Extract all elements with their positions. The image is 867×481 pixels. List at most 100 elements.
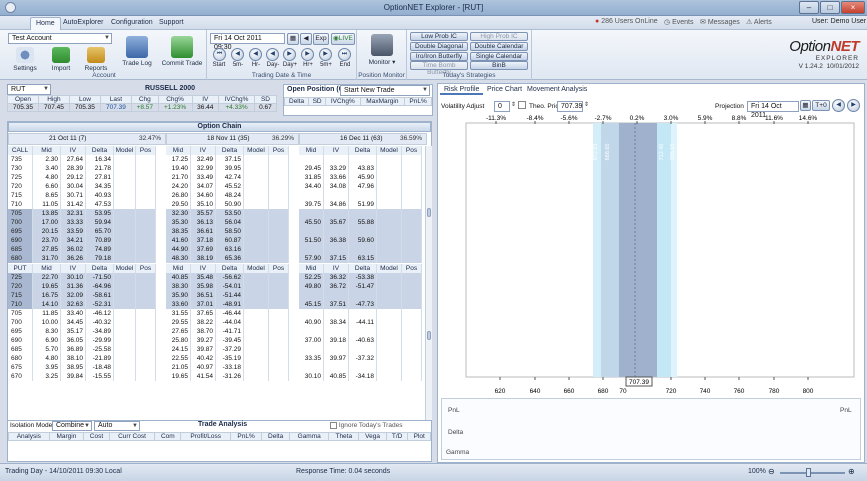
- chain-pos-cell[interactable]: [114, 345, 136, 354]
- nav-hr-fwd-button[interactable]: ▶: [301, 48, 314, 61]
- table-row[interactable]: 735 2.30 27.64 16.34 17.25 32.49 37.15: [8, 155, 431, 164]
- chain-value-cell[interactable]: 22.70: [33, 273, 61, 282]
- chain-value-cell[interactable]: [299, 191, 324, 200]
- chain-pos-cell[interactable]: [402, 182, 422, 191]
- chain-value-cell[interactable]: 38.19: [191, 254, 216, 263]
- chain-pos-cell[interactable]: [244, 363, 269, 372]
- table-row[interactable]: 695 8.30 35.17 -34.89 27.65 38.70 -41.71: [8, 327, 431, 336]
- chain-pos-cell[interactable]: [402, 273, 422, 282]
- chain-value-cell[interactable]: 38.34: [324, 318, 349, 327]
- chain-value-cell[interactable]: [349, 363, 377, 372]
- tab-home[interactable]: Home: [30, 17, 61, 30]
- chain-value-cell[interactable]: 38.35: [166, 227, 191, 236]
- chain-pos-cell[interactable]: [402, 291, 422, 300]
- chain-value-cell[interactable]: 32.63: [61, 300, 86, 309]
- strategy-single-calendar[interactable]: Single Calendar: [470, 52, 528, 61]
- chain-pos-cell[interactable]: [402, 336, 422, 345]
- projection-back-button[interactable]: ◀: [832, 99, 845, 112]
- chain-value-cell[interactable]: 31.55: [166, 309, 191, 318]
- chain-value-cell[interactable]: 33.35: [299, 354, 324, 363]
- chain-value-cell[interactable]: 16.75: [33, 291, 61, 300]
- chain-pos-cell[interactable]: [269, 236, 289, 245]
- table-row[interactable]: 685 27.85 36.02 74.89 44.90 37.69 63.16: [8, 245, 431, 254]
- chain-value-cell[interactable]: 52.25: [299, 273, 324, 282]
- chain-value-cell[interactable]: 28.39: [61, 164, 86, 173]
- chain-value-cell[interactable]: -48.91: [216, 300, 244, 309]
- chain-pos-cell[interactable]: [377, 336, 402, 345]
- chain-value-cell[interactable]: 30.10: [299, 372, 324, 381]
- chain-value-cell[interactable]: 38.30: [166, 282, 191, 291]
- chain-pos-cell[interactable]: [402, 164, 422, 173]
- nav-5m-back-button[interactable]: ◀: [231, 48, 244, 61]
- chain-value-cell[interactable]: -40.63: [349, 336, 377, 345]
- chain-value-cell[interactable]: 25.80: [166, 336, 191, 345]
- import-button[interactable]: Import: [48, 47, 74, 72]
- chain-value-cell[interactable]: 58.50: [216, 227, 244, 236]
- chain-value-cell[interactable]: 19.65: [33, 282, 61, 291]
- chain-pos-cell[interactable]: [136, 291, 156, 300]
- chain-value-cell[interactable]: -47.73: [349, 300, 377, 309]
- chain-pos-cell[interactable]: [136, 236, 156, 245]
- chain-value-cell[interactable]: 37.00: [299, 336, 324, 345]
- chain-value-cell[interactable]: 79.18: [86, 254, 114, 263]
- chain-value-cell[interactable]: 3.25: [33, 372, 61, 381]
- chain-value-cell[interactable]: 35.98: [191, 282, 216, 291]
- chain-value-cell[interactable]: 21.78: [86, 164, 114, 173]
- table-row[interactable]: 690 6.90 36.05 -29.99 25.80 39.27 -39.45 37.00 3…: [8, 336, 431, 345]
- chain-value-cell[interactable]: [299, 327, 324, 336]
- chain-pos-cell[interactable]: [402, 173, 422, 182]
- chain-pos-cell[interactable]: [377, 300, 402, 309]
- chain-value-cell[interactable]: -44.04: [216, 318, 244, 327]
- chain-value-cell[interactable]: 34.08: [324, 182, 349, 191]
- chain-value-cell[interactable]: [324, 191, 349, 200]
- chain-value-cell[interactable]: 53.95: [86, 209, 114, 218]
- chain-scrollbar[interactable]: [425, 146, 432, 420]
- table-row[interactable]: 730 3.40 28.39 21.78 19.40 32.99 39.95 29.45 33.…: [8, 164, 431, 173]
- chain-value-cell[interactable]: 65.36: [216, 254, 244, 263]
- table-row[interactable]: 680 4.80 38.10 -21.89 22.55 40.42 -35.19 33.35 3…: [8, 354, 431, 363]
- tab-support[interactable]: Support: [154, 17, 189, 30]
- chain-pos-cell[interactable]: [402, 300, 422, 309]
- chain-pos-cell[interactable]: [114, 236, 136, 245]
- chain-value-cell[interactable]: 19.65: [166, 372, 191, 381]
- chain-pos-cell[interactable]: [114, 309, 136, 318]
- live-button[interactable]: ◉LIVE: [331, 33, 355, 45]
- chain-value-cell[interactable]: [299, 345, 324, 354]
- chain-pos-cell[interactable]: [114, 164, 136, 173]
- chain-value-cell[interactable]: 11.05: [33, 200, 61, 209]
- chain-value-cell[interactable]: [324, 227, 349, 236]
- chain-value-cell[interactable]: -53.38: [349, 273, 377, 282]
- chain-pos-cell[interactable]: [377, 227, 402, 236]
- table-row[interactable]: 715 8.65 30.71 40.93 26.80 34.60 48.24: [8, 191, 431, 200]
- chain-pos-cell[interactable]: [244, 245, 269, 254]
- table-row[interactable]: 700 10.00 34.45 -40.32 29.55 38.22 -44.04 40.90…: [8, 318, 431, 327]
- chain-value-cell[interactable]: 5.70: [33, 345, 61, 354]
- chain-value-cell[interactable]: 40.90: [299, 318, 324, 327]
- chain-value-cell[interactable]: -44.11: [349, 318, 377, 327]
- chain-value-cell[interactable]: 70.89: [86, 236, 114, 245]
- chain-value-cell[interactable]: 41.54: [191, 372, 216, 381]
- chain-pos-cell[interactable]: [402, 236, 422, 245]
- table-row[interactable]: 705 11.85 33.40 -46.12 31.55 37.65 -46.44: [8, 309, 431, 318]
- chain-pos-cell[interactable]: [244, 318, 269, 327]
- chain-pos-cell[interactable]: [377, 363, 402, 372]
- chain-value-cell[interactable]: [349, 245, 377, 254]
- expiry-header[interactable]: 21 Oct 11 (7) 32.47%: [8, 133, 166, 145]
- chain-value-cell[interactable]: 74.89: [86, 245, 114, 254]
- greeks-chart[interactable]: PnL Delta Gamma PnL: [441, 398, 861, 460]
- chain-value-cell[interactable]: 29.12: [61, 173, 86, 182]
- chain-value-cell[interactable]: 36.72: [324, 282, 349, 291]
- chain-value-cell[interactable]: [299, 227, 324, 236]
- chain-pos-cell[interactable]: [402, 345, 422, 354]
- strategy-double-diagonal[interactable]: Double Diagonal: [410, 42, 468, 51]
- chain-value-cell[interactable]: 43.83: [349, 164, 377, 173]
- chain-pos-cell[interactable]: [377, 173, 402, 182]
- chain-value-cell[interactable]: 11.85: [33, 309, 61, 318]
- chain-value-cell[interactable]: -56.62: [216, 273, 244, 282]
- chain-pos-cell[interactable]: [114, 200, 136, 209]
- chain-value-cell[interactable]: 10.00: [33, 318, 61, 327]
- chain-value-cell[interactable]: [324, 245, 349, 254]
- table-row[interactable]: 700 17.00 33.33 59.94 35.30 36.13 56.04 45.50 35…: [8, 218, 431, 227]
- chain-value-cell[interactable]: -25.58: [86, 345, 114, 354]
- account-select[interactable]: Test Account ▼: [8, 33, 112, 44]
